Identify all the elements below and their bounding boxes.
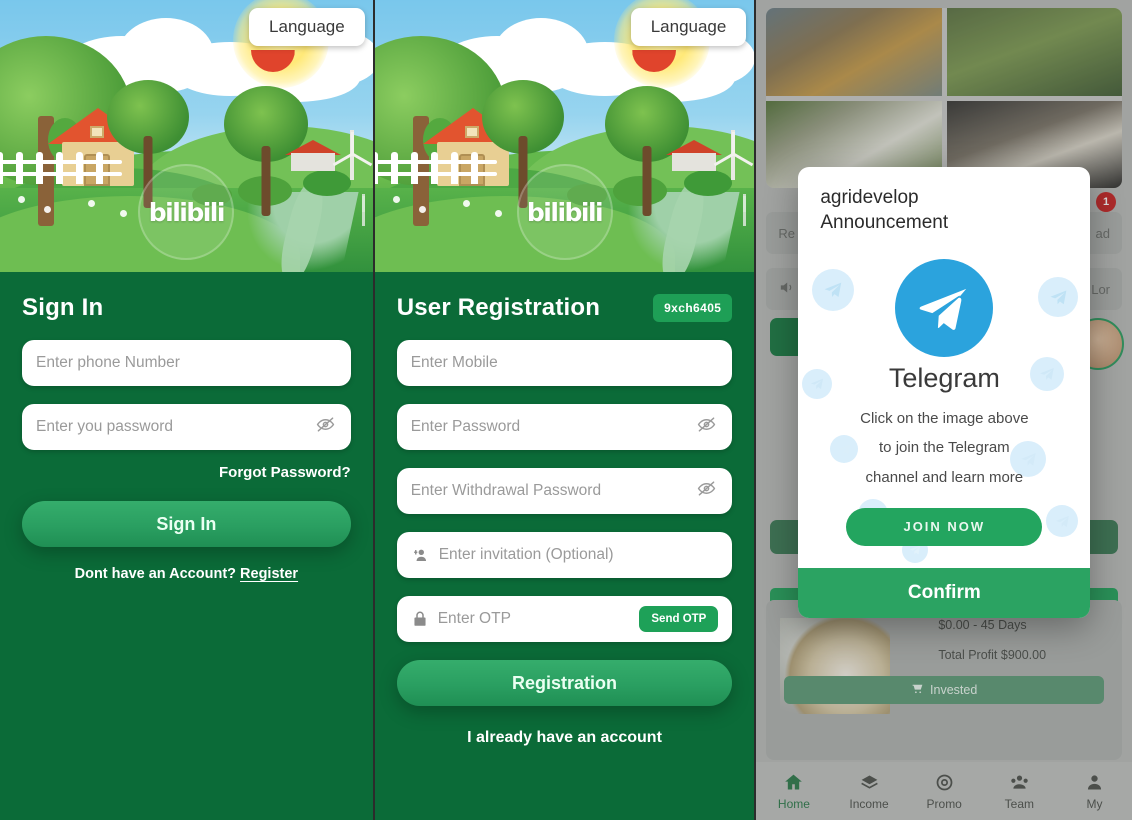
invitation-input-placeholder: Enter invitation (Optional) <box>438 546 614 563</box>
have-account-link[interactable]: I already have an account <box>397 729 733 747</box>
lock-icon <box>411 610 429 628</box>
invitation-input[interactable]: Enter invitation (Optional) <box>396 532 733 578</box>
app-logo: bilibili <box>516 164 613 260</box>
password-input-placeholder: Enter Password <box>410 418 521 435</box>
registration-screen: bilibili Language User Registration 9xch… <box>374 0 755 820</box>
farm-illustration: bilibili Language <box>374 0 755 272</box>
app-logo: bilibili <box>138 164 235 260</box>
confirm-button[interactable]: Confirm <box>798 567 1091 618</box>
send-otp-button[interactable]: Send OTP <box>639 606 719 632</box>
windmill-icon <box>714 120 754 180</box>
farm-illustration: bilibili Language <box>0 0 373 272</box>
register-prompt-text: Dont have an Account? <box>74 566 236 582</box>
phone-input-placeholder: Enter phone Number <box>36 354 180 371</box>
windmill-icon <box>332 120 372 180</box>
language-button[interactable]: Language <box>249 8 365 46</box>
modal-desc-line2: to join the Telegram <box>879 439 1010 457</box>
windmill-icon <box>351 186 373 226</box>
register-prompt: Dont have an Account? Register <box>22 566 351 582</box>
modal-desc-line1: Click on the image above <box>860 410 1029 428</box>
signin-form: Sign In Enter phone Number Enter you pas… <box>0 294 373 582</box>
add-person-icon <box>411 546 430 565</box>
logo-text: bilibili <box>148 197 226 227</box>
signin-button[interactable]: Sign In <box>22 501 351 547</box>
signin-screen: bilibili Language Sign In Enter phone Nu… <box>0 0 373 820</box>
forgot-password-link[interactable]: Forgot Password? <box>22 464 351 481</box>
logo-text: bilibili <box>526 197 604 227</box>
modal-title-line2: Announcement <box>820 212 949 234</box>
eye-slash-icon[interactable] <box>697 479 716 503</box>
password-input[interactable]: Enter Password <box>396 404 733 450</box>
modal-body: Telegram Click on the image above to joi… <box>798 237 1090 568</box>
password-input-placeholder: Enter you password <box>36 418 173 435</box>
otp-input-placeholder: Enter OTP <box>437 610 511 627</box>
registration-header: User Registration 9xch6405 <box>397 294 733 322</box>
mobile-input[interactable]: Enter Mobile <box>396 340 733 386</box>
modal-title-line1: agridevelop <box>820 187 919 208</box>
registration-button[interactable]: Registration <box>396 660 733 706</box>
join-now-button[interactable]: JOIN NOW <box>846 507 1043 546</box>
mobile-input-placeholder: Enter Mobile <box>410 354 498 371</box>
page-title: User Registration <box>396 294 601 321</box>
registration-form: User Registration 9xch6405 Enter Mobile … <box>375 294 755 747</box>
language-button[interactable]: Language <box>630 8 747 46</box>
app-screenshot: bilibili Language Sign In Enter phone Nu… <box>0 0 1132 820</box>
eye-slash-icon[interactable] <box>697 415 716 439</box>
eye-slash-icon[interactable] <box>316 415 335 439</box>
home-screen: 1 Re ad Lor $0.00 - 45 Days Total Profit… <box>756 0 1132 820</box>
page-title: Sign In <box>22 294 104 321</box>
modal-title: agridevelop Announcement <box>798 167 1090 237</box>
modal-desc-line3: channel and learn more <box>865 468 1024 486</box>
fence-icon <box>374 152 497 186</box>
announcement-modal: agridevelop Announcement Telegram Click … <box>798 167 1091 618</box>
barn-icon <box>666 140 723 171</box>
telegram-logo[interactable] <box>895 259 994 358</box>
telegram-name: Telegram <box>888 363 1000 394</box>
phone-input[interactable]: Enter phone Number <box>22 340 351 386</box>
otp-input[interactable]: Enter OTP Send OTP <box>396 596 733 642</box>
modal-description: Click on the image above to join the Tel… <box>816 404 1072 492</box>
withdrawal-password-input[interactable]: Enter Withdrawal Password <box>396 468 733 514</box>
barn-icon <box>284 140 341 171</box>
windmill-icon <box>732 186 754 226</box>
fence-icon <box>0 152 122 186</box>
captcha-badge[interactable]: 9xch6405 <box>653 294 733 322</box>
withdrawal-password-placeholder: Enter Withdrawal Password <box>410 482 602 499</box>
register-link[interactable]: Register <box>240 566 298 582</box>
password-input[interactable]: Enter you password <box>22 404 351 450</box>
